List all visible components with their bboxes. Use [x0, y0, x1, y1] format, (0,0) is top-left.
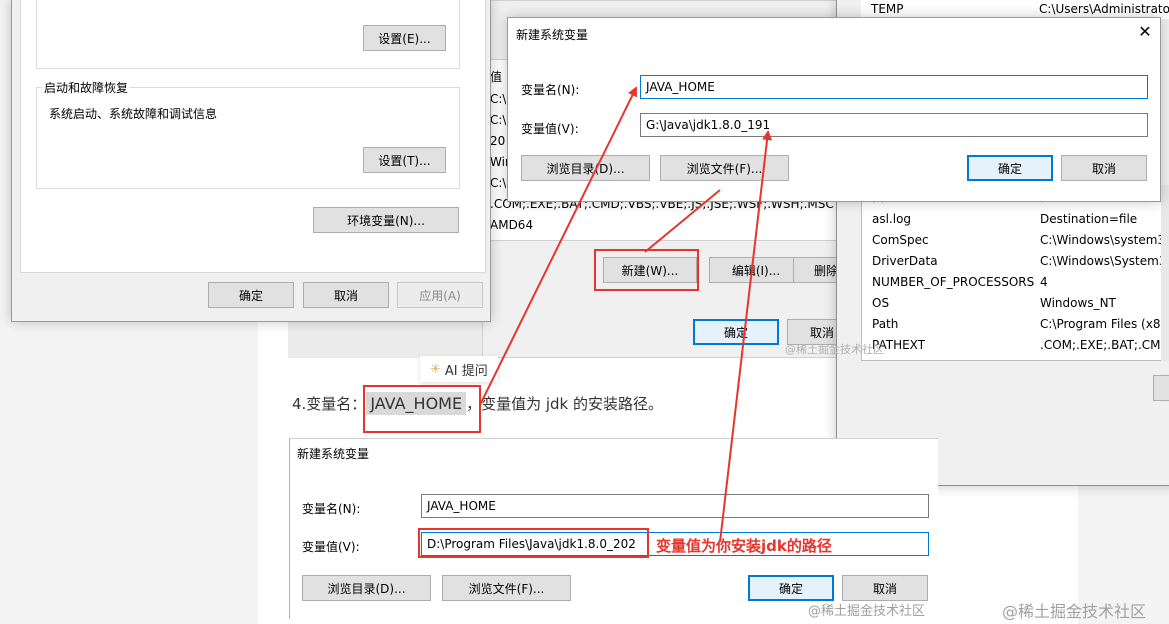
arrow-new-to-dialog [644, 189, 721, 253]
arrow-javahome-to-name [479, 86, 637, 406]
arrow-value-to-field [719, 130, 773, 543]
annotation-arrows [479, 86, 773, 543]
